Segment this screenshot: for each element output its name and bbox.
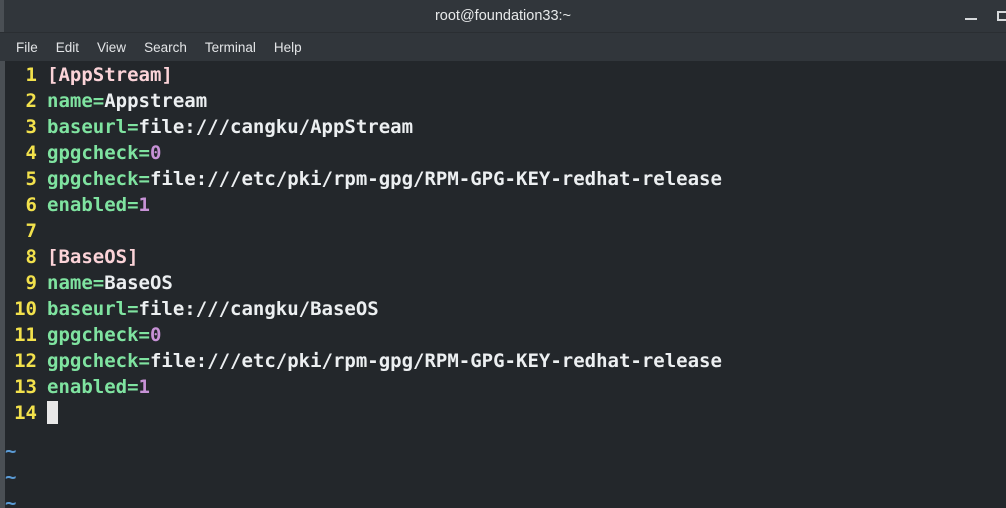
editor-line[interactable]: 6 enabled=1 xyxy=(0,192,1006,218)
editor-line[interactable]: 4 gpgcheck=0 xyxy=(0,140,1006,166)
token-key: enabled= xyxy=(47,376,139,398)
token-key: name= xyxy=(47,90,105,112)
editor-line[interactable]: 7 xyxy=(0,218,1006,244)
menu-item-help[interactable]: Help xyxy=(265,37,311,58)
line-content: [AppStream] xyxy=(47,62,173,88)
line-content: name=BaseOS xyxy=(47,270,173,296)
token-key: gpgcheck= xyxy=(47,350,150,372)
menu-item-edit[interactable]: Edit xyxy=(47,37,88,58)
line-number: 7 xyxy=(25,220,37,242)
maximize-button[interactable] xyxy=(994,7,1006,25)
token-section: [BaseOS] xyxy=(47,246,139,268)
line-number: 11 xyxy=(14,324,37,346)
editor-text-buffer[interactable]: 1 [AppStream] 2 name=Appstream 3 baseurl=file… xyxy=(0,61,1006,426)
line-content: name=Appstream xyxy=(47,88,207,114)
line-number: 12 xyxy=(14,350,37,372)
token-key: gpgcheck= xyxy=(47,168,150,190)
token-value: file:///cangku/BaseOS xyxy=(138,298,379,320)
line-number: 4 xyxy=(25,142,37,164)
editor-line[interactable]: 2 name=Appstream xyxy=(0,88,1006,114)
editor-line[interactable]: 12 gpgcheck=file:///etc/pki/rpm-gpg/RPM-G… xyxy=(0,348,1006,374)
token-number: 0 xyxy=(149,142,162,164)
line-number: 2 xyxy=(25,90,37,112)
editor-line[interactable]: 1 [AppStream] xyxy=(0,62,1006,88)
title-bar[interactable]: root@foundation33:~ xyxy=(0,0,1006,33)
token-value: Appstream xyxy=(104,90,208,112)
editor-line[interactable]: 14 xyxy=(0,400,1006,426)
window-title: root@foundation33:~ xyxy=(434,8,572,24)
token-key: name= xyxy=(47,272,105,294)
line-content: baseurl=file:///cangku/BaseOS xyxy=(47,296,379,322)
token-value: file:///etc/pki/rpm-gpg/RPM-GPG-KEY-redh… xyxy=(149,350,722,372)
line-content: gpgcheck=file:///etc/pki/rpm-gpg/RPM-GPG… xyxy=(47,348,722,374)
token-key: gpgcheck= xyxy=(47,142,150,164)
line-number: 13 xyxy=(14,376,37,398)
line-number: 3 xyxy=(25,116,37,138)
token-value: BaseOS xyxy=(104,272,173,294)
editor-line[interactable]: 8 [BaseOS] xyxy=(0,244,1006,270)
token-section: [AppStream] xyxy=(47,64,173,86)
line-number: 9 xyxy=(25,272,37,294)
editor-line[interactable]: 10 baseurl=file:///cangku/BaseOS xyxy=(0,296,1006,322)
empty-line-marker: ~ xyxy=(5,492,17,508)
line-content xyxy=(47,400,58,426)
editor-line[interactable]: 13 enabled=1 xyxy=(0,374,1006,400)
line-number: 1 xyxy=(25,64,37,86)
line-number: 8 xyxy=(25,246,37,268)
token-number: 1 xyxy=(138,194,150,216)
line-content: enabled=1 xyxy=(47,192,150,218)
token-key: gpgcheck= xyxy=(47,324,150,346)
empty-line-markers: ~ ~ ~ xyxy=(0,438,1006,508)
line-number: 10 xyxy=(14,298,37,320)
line-content: baseurl=file:///cangku/AppStream xyxy=(47,114,413,140)
empty-line-marker: ~ xyxy=(5,466,17,488)
editor-line[interactable]: 9 name=BaseOS xyxy=(0,270,1006,296)
editor-line[interactable]: 5 gpgcheck=file:///etc/pki/rpm-gpg/RPM-GP… xyxy=(0,166,1006,192)
line-number: 6 xyxy=(25,194,37,216)
line-content: enabled=1 xyxy=(47,374,150,400)
token-value: file:///cangku/AppStream xyxy=(138,116,414,138)
menu-item-file[interactable]: File xyxy=(7,37,47,58)
line-content: gpgcheck=file:///etc/pki/rpm-gpg/RPM-GPG… xyxy=(47,166,722,192)
line-content: gpgcheck=0 xyxy=(47,322,161,348)
menu-item-view[interactable]: View xyxy=(88,37,135,58)
line-content: [BaseOS] xyxy=(47,244,139,270)
line-content: gpgcheck=0 xyxy=(47,140,161,166)
token-value: file:///etc/pki/rpm-gpg/RPM-GPG-KEY-redh… xyxy=(149,168,722,190)
menu-bar: File Edit View Search Terminal Help xyxy=(0,33,1006,61)
minimize-button[interactable] xyxy=(962,7,980,25)
token-key: baseurl= xyxy=(47,298,139,320)
empty-line-marker: ~ xyxy=(5,440,17,462)
text-cursor xyxy=(47,401,58,424)
editor-line[interactable]: 11 gpgcheck=0 xyxy=(0,322,1006,348)
token-key: baseurl= xyxy=(47,116,139,138)
terminal-content-area[interactable]: 1 [AppStream] 2 name=Appstream 3 baseurl=file… xyxy=(0,61,1006,508)
window-controls xyxy=(962,0,1006,32)
token-number: 0 xyxy=(149,324,162,346)
token-key: enabled= xyxy=(47,194,139,216)
line-number: 5 xyxy=(25,168,37,190)
editor-line[interactable]: 3 baseurl=file:///cangku/AppStream xyxy=(0,114,1006,140)
menu-item-terminal[interactable]: Terminal xyxy=(196,37,265,58)
token-number: 1 xyxy=(138,376,150,398)
menu-item-search[interactable]: Search xyxy=(135,37,196,58)
terminal-window: root@foundation33:~ File Edit View Searc… xyxy=(0,0,1006,508)
line-number: 14 xyxy=(14,402,37,424)
